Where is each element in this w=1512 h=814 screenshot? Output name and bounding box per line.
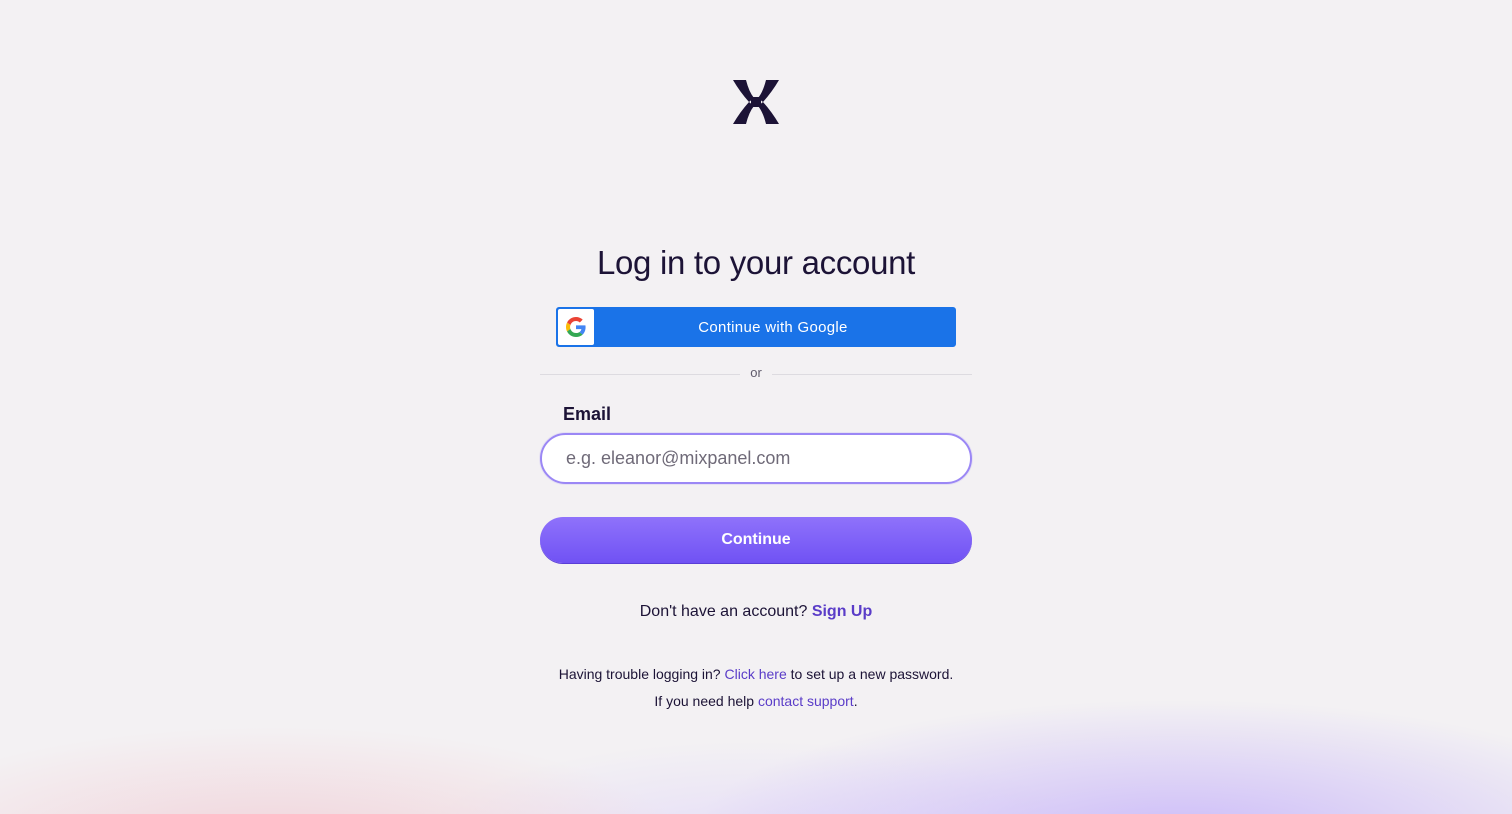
divider-line-left (540, 373, 741, 375)
google-icon-container (558, 309, 594, 345)
background-gradient (0, 554, 1512, 814)
sign-up-link[interactable]: Sign Up (812, 603, 872, 620)
signup-prompt: Don't have an account? Sign Up (0, 603, 1512, 621)
google-g-icon (566, 317, 586, 337)
or-divider: or (540, 364, 972, 384)
support-line: If you need help contact support. (0, 693, 1512, 709)
mixpanel-logo-icon (732, 78, 780, 126)
trouble-prefix-text: Having trouble logging in? (558, 666, 721, 682)
signup-prompt-text: Don't have an account? (639, 603, 808, 620)
google-button-label: Continue with Google (698, 318, 848, 336)
contact-support-link[interactable]: contact support (758, 693, 854, 709)
continue-button[interactable]: Continue (540, 517, 972, 563)
reset-password-link[interactable]: Click here (724, 666, 786, 682)
divider-line-right (771, 373, 972, 375)
continue-with-google-button[interactable]: Continue with Google (556, 307, 956, 347)
support-prefix-text: If you need help (654, 693, 755, 709)
email-label: Email (563, 404, 612, 424)
divider-text: or (750, 364, 762, 380)
support-suffix-text: . (853, 693, 858, 709)
trouble-login-line: Having trouble logging in? Click here to… (0, 666, 1512, 682)
email-input[interactable] (540, 433, 972, 484)
page-title: Log in to your account (596, 244, 916, 281)
trouble-suffix-text: to set up a new password. (790, 666, 954, 682)
